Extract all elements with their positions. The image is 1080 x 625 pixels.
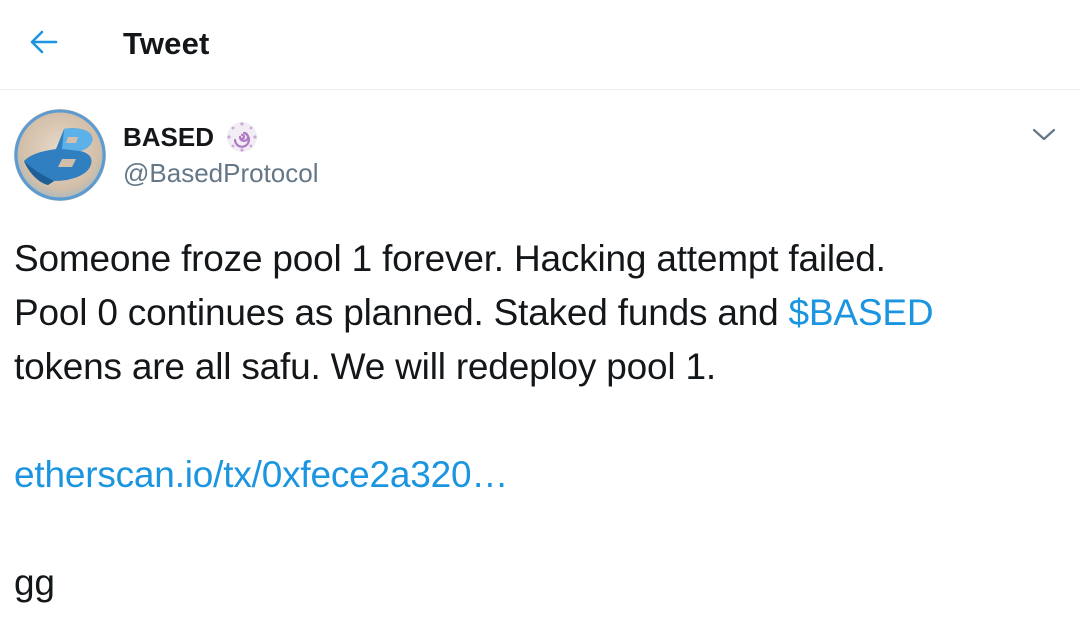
- tweet-menu-button[interactable]: [1024, 116, 1064, 152]
- avatar[interactable]: [14, 109, 106, 201]
- etherscan-link[interactable]: etherscan.io/tx/0xfece2a320…: [14, 448, 1064, 502]
- tweet-text: Someone froze pool 1 forever. Hacking at…: [14, 232, 1064, 610]
- cashtag-link[interactable]: $BASED: [789, 292, 934, 333]
- tweet-line-2-text: Pool 0 continues as planned. Staked fund…: [14, 292, 789, 333]
- swirl-emoji-icon: [226, 121, 258, 153]
- tweet-line-3: tokens are all safu. We will redeploy po…: [14, 346, 716, 387]
- tweet-closing: gg: [14, 562, 55, 603]
- header-bar: Tweet: [0, 0, 1080, 90]
- author-handle[interactable]: @BasedProtocol: [123, 156, 319, 190]
- tweet-page: Tweet BASED @BasedProtocol Someone froze…: [0, 0, 1080, 625]
- based-logo-icon: [14, 109, 106, 201]
- arrow-left-icon: [30, 30, 58, 54]
- tweet-line-1: Someone froze pool 1 forever. Hacking at…: [14, 238, 886, 279]
- back-button[interactable]: [22, 22, 66, 62]
- author-name[interactable]: BASED: [123, 120, 214, 154]
- chevron-down-icon: [1032, 128, 1056, 141]
- page-title: Tweet: [123, 26, 210, 61]
- tweet-line-2: Pool 0 continues as planned. Staked fund…: [14, 286, 1064, 340]
